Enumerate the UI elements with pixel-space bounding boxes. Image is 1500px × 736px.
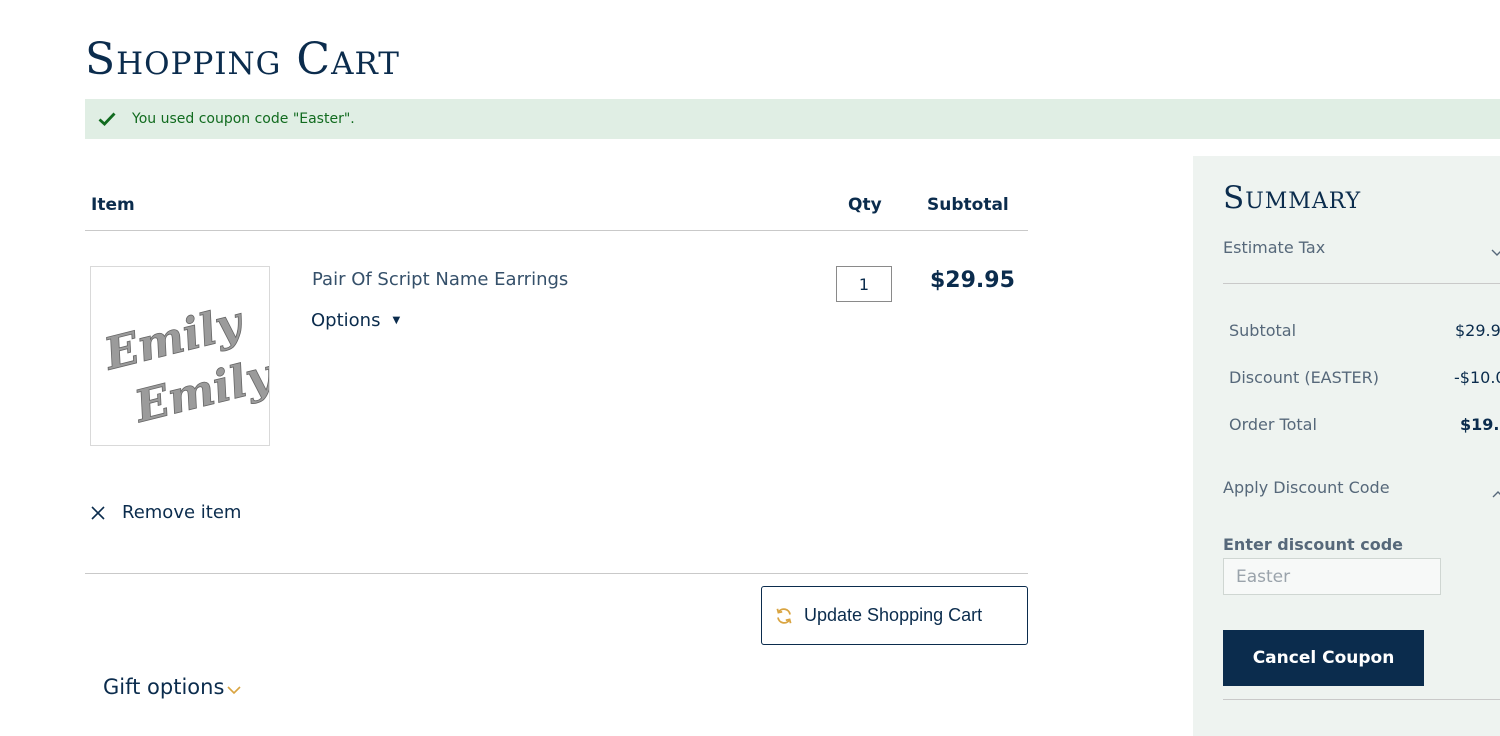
- caret-down-icon: ▼: [392, 315, 401, 326]
- summary-bottom-divider: [1223, 699, 1500, 700]
- summary-order-total-label: Order Total: [1229, 415, 1317, 434]
- summary-subtotal-value: $29.95: [1455, 321, 1500, 340]
- check-icon: [98, 109, 118, 129]
- discount-code-input[interactable]: [1223, 558, 1441, 595]
- column-header-item: Item: [91, 195, 135, 215]
- column-header-subtotal: Subtotal: [927, 195, 1009, 215]
- product-name-link[interactable]: Pair Of Script Name Earrings: [312, 269, 568, 290]
- update-cart-label: Update Shopping Cart: [804, 605, 983, 625]
- discount-code-label: Enter discount code: [1223, 535, 1403, 554]
- summary-discount-value: -$10.00: [1454, 368, 1500, 387]
- product-thumbnail[interactable]: Emily Emily: [90, 266, 281, 446]
- summary-discount-label: Discount (EASTER): [1229, 368, 1380, 387]
- chevron-up-icon[interactable]: [1492, 483, 1500, 498]
- cancel-coupon-button[interactable]: Cancel Coupon: [1223, 630, 1424, 686]
- close-icon: [90, 505, 106, 521]
- apply-discount-toggle[interactable]: Apply Discount Code: [1223, 478, 1390, 497]
- column-header-qty: Qty: [848, 195, 882, 215]
- item-subtotal: $29.95: [930, 268, 1015, 293]
- gift-options-toggle[interactable]: Gift options: [103, 675, 241, 699]
- order-summary-panel: Summary Estimate Tax Subtotal $29.95 Dis…: [1193, 156, 1500, 736]
- header-divider: [85, 230, 1028, 231]
- refresh-icon: [775, 607, 793, 625]
- estimate-tax-toggle[interactable]: Estimate Tax: [1223, 238, 1325, 257]
- summary-subtotal-label: Subtotal: [1229, 321, 1297, 340]
- summary-divider: [1223, 283, 1500, 284]
- gift-options-label: Gift options: [103, 675, 225, 699]
- remove-item-button[interactable]: Remove item: [90, 502, 241, 523]
- product-options-toggle[interactable]: Options ▼: [311, 310, 400, 331]
- options-label: Options: [311, 310, 381, 331]
- quantity-input[interactable]: [836, 266, 892, 302]
- chevron-down-icon: [227, 679, 241, 695]
- page-title: Shopping Cart: [85, 34, 400, 85]
- remove-item-label: Remove item: [122, 502, 242, 523]
- summary-order-total-value: $19.95: [1460, 415, 1500, 434]
- update-cart-button[interactable]: Update Shopping Cart: [761, 586, 1028, 645]
- coupon-success-notice: You used coupon code "Easter".: [85, 99, 1500, 139]
- notice-text: You used coupon code "Easter".: [132, 111, 355, 127]
- chevron-down-icon[interactable]: [1491, 242, 1500, 256]
- summary-title: Summary: [1223, 180, 1362, 216]
- cart-footer-divider: [85, 573, 1028, 574]
